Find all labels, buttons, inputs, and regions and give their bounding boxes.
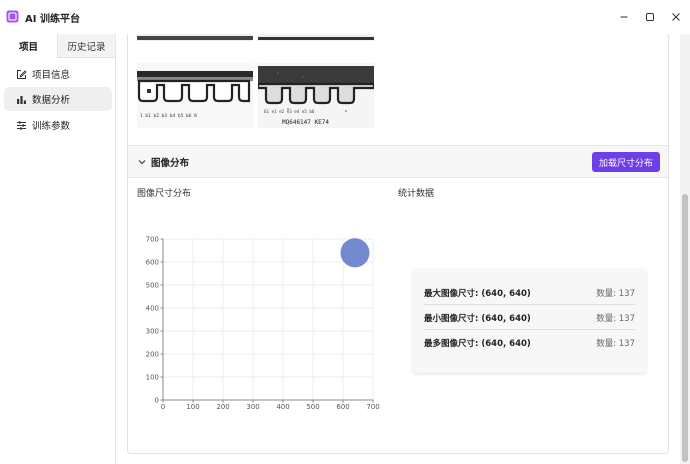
sidebar-item-project-info[interactable]: 项目信息 bbox=[4, 62, 112, 86]
maximize-button[interactable] bbox=[640, 8, 660, 26]
stat-row-most: 最多图像尺寸: (640, 640) 数量: 137 bbox=[424, 331, 635, 355]
y-tick-label: 300 bbox=[146, 328, 159, 336]
stat-count: 数量: 137 bbox=[596, 313, 635, 324]
main-scrollbar[interactable] bbox=[680, 34, 690, 464]
size-distribution-chart: 0 100 200 300 400 500 600 700 0 100 200 300 400 500 60… bbox=[146, 236, 380, 412]
chart-bar-icon bbox=[16, 94, 27, 105]
x-tick-label: 0 bbox=[161, 403, 165, 411]
preview-image-top-2 bbox=[258, 34, 374, 41]
x-tick-label: 300 bbox=[246, 403, 259, 411]
stat-label: 最小图像尺寸: (640, 640) bbox=[424, 313, 531, 324]
x-tick-label: 400 bbox=[276, 403, 289, 411]
y-tick-label: 500 bbox=[146, 282, 159, 290]
minimize-icon bbox=[620, 16, 628, 18]
x-tick-label: 700 bbox=[366, 403, 379, 411]
sidebar-item-label: 项目信息 bbox=[32, 70, 71, 81]
tab-project[interactable]: 项目 bbox=[0, 34, 57, 58]
stat-row-min: 最小图像尺寸: (640, 640) 数量: 137 bbox=[424, 306, 635, 330]
svg-text:MQ646147 KE74: MQ646147 KE74 bbox=[282, 119, 329, 126]
sidebar-item-training-params[interactable]: 训练参数 bbox=[4, 113, 112, 137]
stat-count: 数量: 137 bbox=[596, 339, 635, 349]
sidebar-item-data-analysis[interactable]: 数据分析 bbox=[4, 87, 112, 111]
x-tick-label: 200 bbox=[216, 403, 229, 411]
sidebar-item-label: 数据分析 bbox=[32, 95, 71, 106]
scrollbar-thumb[interactable] bbox=[682, 194, 688, 462]
y-tick-label: 100 bbox=[146, 374, 159, 382]
svg-text:61 e1 e2 e3 e4 e5 b6: 61 e1 e2 e3 e4 e5 b6 bbox=[264, 109, 315, 114]
analysis-card: 1 b1 b2 b3 b4 b5 b6 8 61 e1 e2 e3 e4 e5 … bbox=[127, 34, 669, 454]
preview-image-2: 61 e1 e2 e3 e4 e5 b6 MQ646147 KE74 bbox=[258, 63, 374, 128]
stats-label: 统计数据 bbox=[398, 189, 435, 199]
x-tick-label: 100 bbox=[186, 403, 199, 411]
image-distribution-header[interactable]: 图像分布 加载尺寸分布 bbox=[128, 145, 668, 178]
preview-image-top-1 bbox=[137, 34, 253, 41]
preview-image-1: 1 b1 b2 b3 b4 b5 b6 8 bbox=[137, 63, 253, 128]
main-content: 1 b1 b2 b3 b4 b5 b6 8 61 e1 e2 e3 e4 e5 … bbox=[116, 34, 680, 464]
app-logo-icon bbox=[6, 10, 19, 23]
sidebar: 项目 历史记录 项目信息 数据分析 训练参数 bbox=[0, 34, 116, 464]
maximize-icon bbox=[646, 13, 654, 21]
section-title: 图像分布 bbox=[151, 158, 190, 169]
close-icon bbox=[672, 13, 680, 21]
title-bar: AI 训练平台 bbox=[0, 0, 690, 34]
load-size-distribution-button[interactable]: 加载尺寸分布 bbox=[592, 152, 660, 172]
x-tick-label: 600 bbox=[336, 403, 349, 411]
data-point bbox=[340, 238, 370, 268]
size-distribution-label: 图像尺寸分布 bbox=[137, 189, 192, 199]
y-tick-label: 600 bbox=[146, 259, 159, 267]
minimize-button[interactable] bbox=[614, 8, 634, 26]
x-tick-label: 500 bbox=[306, 403, 319, 411]
window-title: AI 训练平台 bbox=[25, 14, 80, 25]
sliders-icon bbox=[16, 120, 27, 131]
stat-count: 数量: 137 bbox=[596, 288, 635, 299]
chevron-down-icon[interactable] bbox=[137, 157, 147, 167]
close-button[interactable] bbox=[666, 8, 686, 26]
stat-label: 最多图像尺寸: (640, 640) bbox=[424, 339, 531, 349]
sidebar-item-label: 训练参数 bbox=[32, 121, 71, 132]
stat-label: 最大图像尺寸: (640, 640) bbox=[424, 288, 531, 299]
y-tick-label: 200 bbox=[146, 351, 159, 359]
svg-text:1 b1 b2 b3 b4 b5 b6 8: 1 b1 b2 b3 b4 b5 b6 8 bbox=[140, 113, 197, 119]
y-tick-label: 0 bbox=[155, 397, 159, 405]
y-tick-label: 400 bbox=[146, 305, 159, 313]
tab-history[interactable]: 历史记录 bbox=[57, 34, 115, 58]
stats-box: 最大图像尺寸: (640, 640) 数量: 137 最小图像尺寸: (640,… bbox=[413, 269, 646, 373]
edit-icon bbox=[16, 69, 27, 80]
stat-row-max: 最大图像尺寸: (640, 640) 数量: 137 bbox=[424, 281, 635, 305]
sidebar-tabs: 项目 历史记录 bbox=[0, 34, 115, 58]
y-tick-label: 700 bbox=[146, 236, 159, 244]
